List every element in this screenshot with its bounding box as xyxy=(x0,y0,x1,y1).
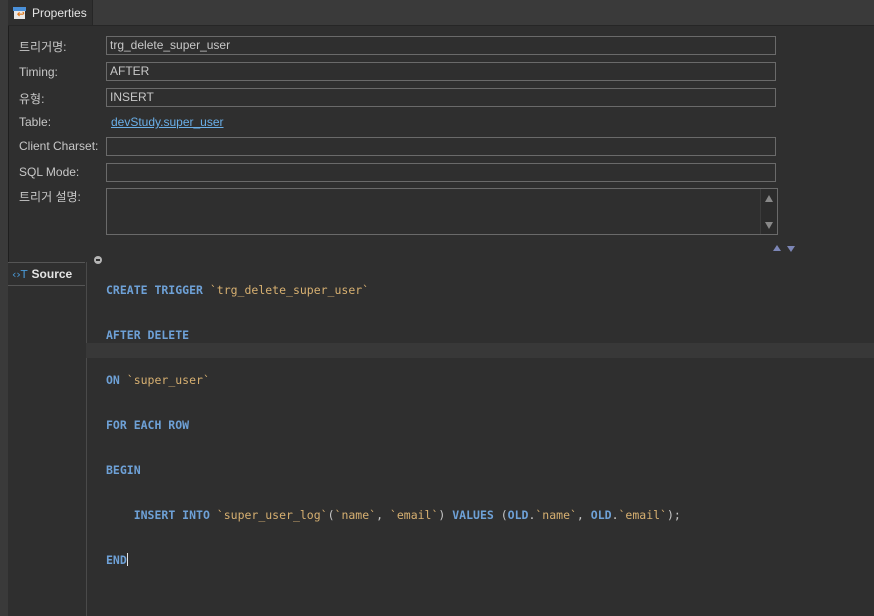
editor-side-tabs: ‹›T Source xyxy=(8,262,87,616)
timing-label: Timing: xyxy=(19,65,58,79)
tab-source[interactable]: ‹›T Source xyxy=(8,262,85,286)
text-cursor xyxy=(126,553,128,566)
sql-source-editor[interactable]: CREATE TRIGGER `trg_delete_super_user` A… xyxy=(106,253,681,583)
code-identifier: `super_user_log` xyxy=(216,508,328,522)
tab-source-label: Source xyxy=(31,267,73,281)
timing-field[interactable]: AFTER xyxy=(106,62,776,81)
sql-mode-label: SQL Mode: xyxy=(19,165,80,179)
code-identifier: `super_user` xyxy=(126,373,210,387)
code-keyword: AFTER DELETE xyxy=(106,328,190,342)
tab-properties[interactable]: ↩ Properties xyxy=(8,0,93,25)
code-punct: , xyxy=(376,508,390,522)
code-line: END xyxy=(106,553,681,568)
code-identifier: `name` xyxy=(535,508,577,522)
collapse-up-icon[interactable] xyxy=(773,245,781,251)
code-punct: ( xyxy=(493,508,508,522)
code-line: ON `super_user` xyxy=(106,373,681,388)
sql-mode-field[interactable] xyxy=(106,163,776,182)
code-identifier: `name` xyxy=(334,508,377,522)
panel-resize-arrows[interactable] xyxy=(772,245,798,253)
client-charset-field[interactable] xyxy=(106,137,776,156)
code-keyword: OLD xyxy=(507,508,529,522)
code-identifier: `trg_delete_super_user` xyxy=(209,283,370,297)
code-identifier: `email` xyxy=(389,508,439,522)
description-scrollbar[interactable] xyxy=(760,189,777,234)
tab-properties-label: Properties xyxy=(32,5,87,20)
type-label: 유형: xyxy=(19,92,45,106)
code-keyword: ON xyxy=(106,373,127,387)
code-line: BEGIN xyxy=(106,463,681,478)
trigger-description-label: 트리거 설명: xyxy=(19,190,81,204)
code-punct: , xyxy=(576,508,591,522)
code-punct: ) xyxy=(438,508,453,522)
properties-icon: ↩ xyxy=(13,6,26,19)
code-keyword: BEGIN xyxy=(106,463,141,477)
code-punct: ( xyxy=(327,508,335,522)
collapse-down-icon[interactable] xyxy=(787,246,795,252)
trigger-name-label: 트리거명: xyxy=(19,40,67,54)
code-line: CREATE TRIGGER `trg_delete_super_user` xyxy=(106,283,681,298)
table-label: Table: xyxy=(19,115,52,129)
code-keyword: INSERT INTO xyxy=(133,508,217,522)
code-line: AFTER DELETE xyxy=(106,328,681,343)
code-keyword: VALUES xyxy=(452,508,494,522)
code-punct: ); xyxy=(666,508,681,522)
code-identifier: `email` xyxy=(618,508,667,522)
code-keyword: OLD xyxy=(590,508,612,522)
tab-bar: ↩ Properties xyxy=(8,0,874,26)
code-line: FOR EACH ROW xyxy=(106,418,681,433)
client-charset-label: Client Charset: xyxy=(19,139,99,153)
scroll-up-icon[interactable] xyxy=(765,195,773,202)
code-keyword: FOR EACH ROW xyxy=(106,418,190,432)
scroll-down-icon[interactable] xyxy=(765,222,773,229)
trigger-name-field[interactable]: trg_delete_super_user xyxy=(106,36,776,55)
code-punct: . xyxy=(611,508,619,522)
fold-collapse-icon[interactable] xyxy=(94,256,102,264)
code-keyword: END xyxy=(106,553,127,567)
code-keyword: CREATE TRIGGER xyxy=(106,283,210,297)
type-field[interactable]: INSERT xyxy=(106,88,776,107)
trigger-description-textarea[interactable] xyxy=(106,188,778,235)
source-icon: ‹›T xyxy=(12,267,28,281)
code-line: INSERT INTO `super_user_log`(`name`, `em… xyxy=(106,508,681,523)
table-link[interactable]: devStudy.super_user xyxy=(111,115,224,129)
